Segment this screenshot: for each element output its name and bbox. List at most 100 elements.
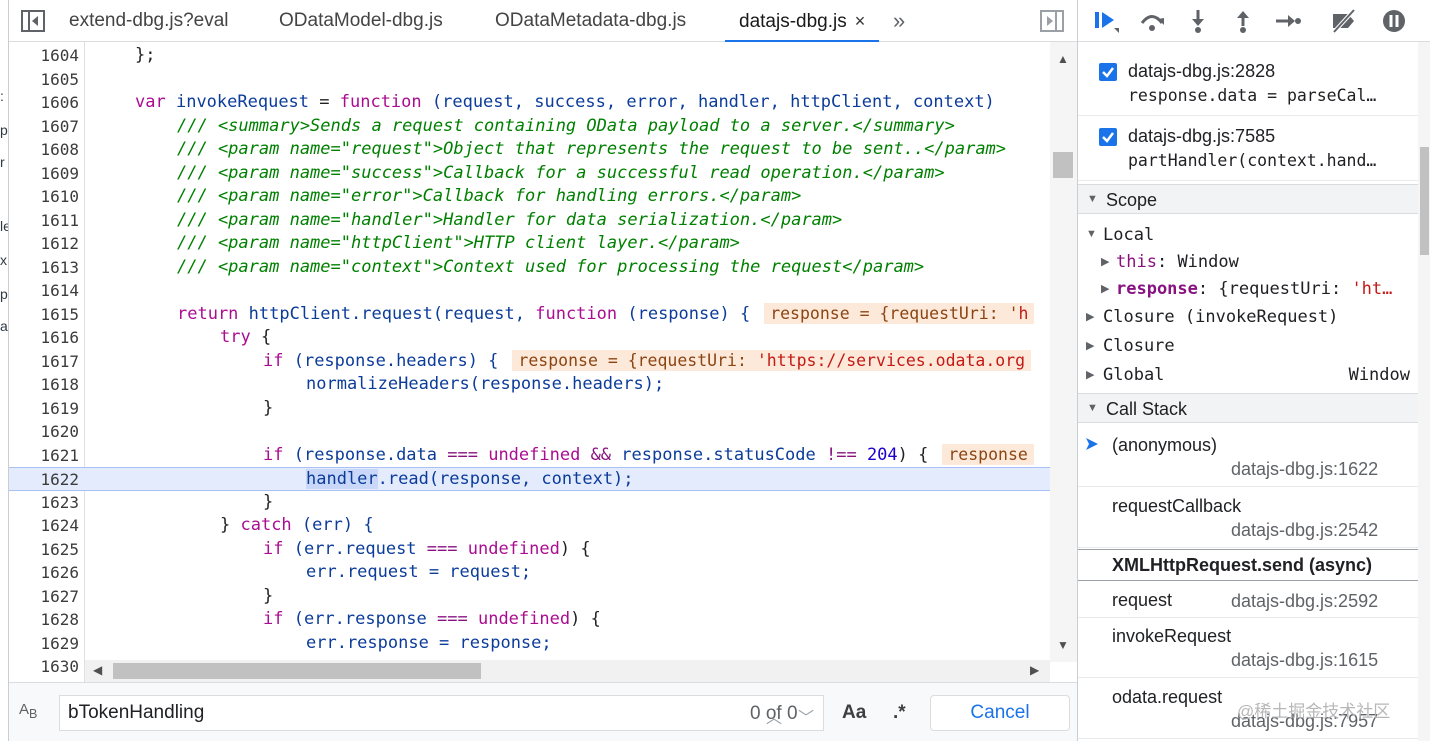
async-boundary: XMLHttpRequest.send (async)	[1078, 549, 1418, 581]
code-line: 1625 if (err.request === undefined) {	[40, 538, 591, 559]
code-line: 1609/// <param name="success">Callback f…	[40, 162, 945, 183]
code-line: 1619}	[40, 397, 274, 418]
code-line: 1608/// <param name="request">Object tha…	[40, 139, 1007, 159]
navigator-panel-edge: : p r le x p a	[0, 0, 9, 741]
code-line: 1610/// <param name="error">Callback for…	[40, 186, 802, 206]
code-line: 1616 try {	[40, 327, 272, 347]
expand-down-icon: ▼	[1087, 193, 1098, 205]
pause-on-exceptions-icon[interactable]	[1380, 8, 1408, 34]
scope-section-header[interactable]: ▼ Scope	[1078, 184, 1418, 214]
cancel-search-button[interactable]: Cancel	[930, 695, 1070, 731]
call-stack-section-header[interactable]: ▼ Call Stack	[1078, 393, 1418, 423]
step-icon[interactable]	[1274, 8, 1302, 34]
code-line: 1605	[40, 69, 79, 89]
breakpoint-code: response.data = parseCal…	[1128, 86, 1377, 105]
code-line: 1629 err.response = response;	[40, 632, 552, 653]
expand-down-icon: ▼	[1086, 228, 1097, 240]
step-over-icon[interactable]	[1138, 8, 1166, 34]
debugger-sidebar: datajs-dbg.js:2828 response.data = parse…	[1077, 0, 1430, 741]
breakpoint-location: datajs-dbg.js:7585	[1128, 126, 1276, 146]
code-line: 1607/// <summary>Sends a request contain…	[40, 115, 955, 136]
regex-button[interactable]: .*	[893, 702, 906, 724]
expand-right-icon: ▶	[1086, 340, 1095, 352]
next-match-icon[interactable]: ﹀	[798, 704, 814, 728]
scroll-right-icon[interactable]: ▶	[1030, 663, 1039, 677]
breakpoint-checkbox[interactable]	[1099, 63, 1117, 81]
code-line: 1621 if (response.data === undefined && r…	[9, 443, 1050, 468]
code-line: 1615 return httpClient.request(request, f…	[9, 302, 1050, 327]
code-line: 1624} catch (err) {	[40, 515, 374, 535]
scope-closure[interactable]: ▶ Closure	[1078, 333, 1418, 361]
inline-value-hint: response = {requestUri: 'h	[764, 302, 1035, 324]
previous-match-icon[interactable]: ︿	[766, 704, 782, 728]
scope-local[interactable]: ▼ Local	[1078, 222, 1418, 250]
step-into-icon[interactable]	[1184, 8, 1212, 34]
scope-closure-invokerequest[interactable]: ▶ Closure (invokeRequest)	[1078, 304, 1418, 332]
match-case-button[interactable]: Aa	[842, 702, 866, 724]
sidebar-scrollbar[interactable]	[1418, 42, 1430, 741]
breakpoint-checkbox[interactable]	[1099, 128, 1117, 146]
search-input[interactable]	[68, 696, 668, 730]
code-line: 1606 var invokeRequest = function (reques…	[40, 92, 995, 112]
search-bar: AB 0 of 0 ︿ ﹀ Aa .* Cancel	[9, 682, 1077, 741]
tab-odatametadata-dbg[interactable]: ODataMetadata-dbg.js	[495, 0, 686, 42]
source-editor-pane: extend-dbg.js?eval ODataModel-dbg.js ODa…	[9, 0, 1077, 741]
scroll-down-icon[interactable]: ▼	[1057, 638, 1069, 652]
toggle-navigator-icon[interactable]	[21, 10, 45, 32]
search-highlight: handler	[306, 469, 378, 489]
expand-right-icon: ▶	[1086, 369, 1095, 381]
call-frame[interactable]: invokeRequest datajs-dbg.js:1615	[1078, 618, 1418, 678]
current-frame-arrow-icon	[1086, 438, 1098, 450]
close-tab-icon[interactable]: ×	[855, 0, 866, 42]
call-frame[interactable]: requestCallback datajs-dbg.js:2542	[1078, 488, 1418, 548]
call-frame-selected[interactable]: (anonymous) datajs-dbg.js:1622	[1078, 427, 1418, 487]
code-line: 1627}	[40, 585, 274, 606]
scroll-left-icon[interactable]: ◀	[93, 663, 102, 677]
tab-odatamodel-dbg[interactable]: ODataModel-dbg.js	[279, 0, 443, 42]
step-out-icon[interactable]	[1229, 8, 1257, 34]
breakpoint-location: datajs-dbg.js:2828	[1128, 61, 1276, 81]
code-line: 1611/// <param name="handler">Handler fo…	[40, 209, 843, 230]
code-view[interactable]: 1604}; 1605 1606 var invokeRequest = func…	[9, 42, 1077, 682]
debugger-toolbar	[1078, 0, 1430, 42]
inline-value-hint: response	[942, 443, 1034, 465]
scope-this-property[interactable]: ▶ this: Window	[1078, 249, 1418, 277]
scroll-thumb[interactable]	[1053, 152, 1073, 178]
tab-datajs-dbg[interactable]: datajs-dbg.js ×	[725, 0, 880, 42]
code-line: 1612/// <param name="httpClient">HTTP cl…	[40, 233, 740, 253]
code-line: 1620	[40, 422, 79, 441]
editor-horizontal-scrollbar[interactable]: ◀ ▶	[85, 660, 1050, 682]
breakpoint-item[interactable]: datajs-dbg.js:7585 partHandler(context.h…	[1078, 117, 1418, 181]
expand-right-icon: ▶	[1101, 256, 1110, 268]
more-tabs-icon[interactable]: »	[893, 8, 905, 34]
call-frame[interactable]: request datajs-dbg.js:2592	[1078, 582, 1418, 618]
scope-response-property[interactable]: ▶ response: {requestUri: 'ht…	[1078, 276, 1418, 304]
current-execution-line: 1622 handler.read(response, context);	[9, 467, 1050, 491]
scope-global[interactable]: ▶ Global Window	[1078, 362, 1418, 390]
toggle-debugger-sidebar-icon[interactable]	[1040, 10, 1064, 32]
code-line: 1604};	[40, 45, 156, 65]
code-line: 1626 err.request = request;	[40, 562, 532, 582]
replace-toggle-icon[interactable]: AB	[19, 701, 37, 721]
scroll-thumb[interactable]	[1420, 147, 1429, 255]
expand-right-icon: ▶	[1086, 311, 1095, 323]
tab-extend-dbg[interactable]: extend-dbg.js?eval	[69, 0, 229, 42]
code-line: 1613/// <param name="context">Context us…	[40, 256, 925, 277]
expand-right-icon: ▶	[1101, 283, 1110, 295]
code-line: 1628 if (err.response === undefined) {	[40, 609, 601, 629]
watermark: @稀土掘金技术社区	[1237, 702, 1391, 721]
inline-value-hint: response = {requestUri: 'https://service…	[512, 349, 1032, 371]
breakpoint-code: partHandler(context.hand…	[1128, 151, 1377, 170]
scroll-thumb[interactable]	[113, 663, 481, 679]
resume-icon[interactable]	[1092, 8, 1120, 34]
editor-tab-bar: extend-dbg.js?eval ODataModel-dbg.js ODa…	[9, 0, 1077, 42]
code-line: 1614	[40, 281, 79, 300]
code-line: 1623}	[40, 491, 274, 512]
search-field[interactable]: 0 of 0 ︿ ﹀	[59, 695, 824, 731]
expand-down-icon: ▼	[1087, 402, 1098, 414]
code-line: 1617 if (response.headers) {response = {r…	[9, 349, 1050, 374]
scroll-up-icon[interactable]: ▲	[1057, 52, 1069, 66]
editor-vertical-scrollbar[interactable]: ▲ ▼	[1050, 42, 1077, 662]
breakpoint-item[interactable]: datajs-dbg.js:2828 response.data = parse…	[1078, 52, 1418, 116]
deactivate-breakpoints-icon[interactable]	[1330, 8, 1358, 34]
